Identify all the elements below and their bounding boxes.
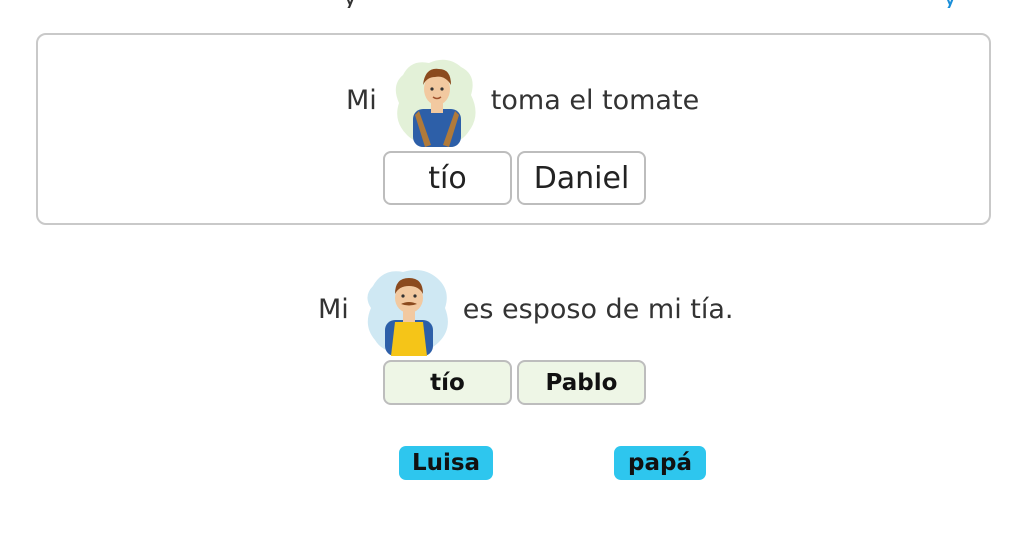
instruction-link[interactable]: y: [943, 0, 957, 8]
choice-daniel-q1[interactable]: Daniel: [517, 151, 646, 205]
instruction-line: y y: [320, 0, 1027, 8]
man-mustache-apron-avatar-icon: [361, 264, 453, 356]
man-vest-avatar-icon: [389, 55, 481, 147]
choice-tio-q1[interactable]: tío: [383, 151, 512, 205]
choice-tio-q2[interactable]: tío: [383, 360, 512, 405]
word-chip-luisa[interactable]: Luisa: [399, 446, 493, 480]
sentence-1-before: Mi: [346, 85, 377, 116]
sentence-1: Mi toma el tomate: [346, 55, 699, 147]
sentence-2-before: Mi: [318, 294, 349, 325]
choice-pablo-q2[interactable]: Pablo: [517, 360, 646, 405]
sentence-2-after: es esposo de mi tía.: [462, 294, 734, 325]
instruction-text: y: [343, 0, 357, 8]
word-chip-papa[interactable]: papá: [614, 446, 706, 480]
exercise-page: y y Mi toma el tomate tío Daniel Mi: [0, 0, 1027, 541]
sentence-2: Mi es esposo de mi tía.: [318, 264, 734, 356]
sentence-1-after: toma el tomate: [490, 85, 700, 116]
